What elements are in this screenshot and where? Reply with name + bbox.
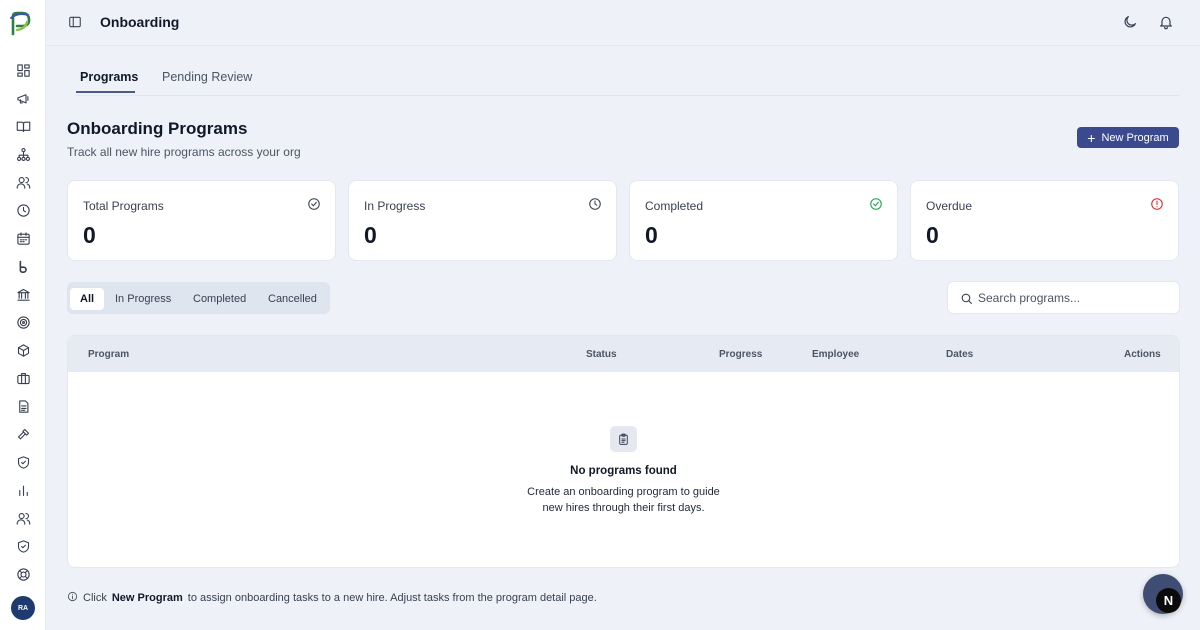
column-progress[interactable]: Progress bbox=[719, 349, 762, 360]
b-brand-icon[interactable] bbox=[0, 252, 46, 280]
fab-badge: N bbox=[1156, 588, 1181, 613]
stat-value: 0 bbox=[645, 222, 658, 248]
hint-suffix: to assign onboarding tasks to a new hire… bbox=[187, 592, 597, 604]
floating-assistant-button[interactable]: N bbox=[1143, 574, 1183, 614]
search-icon bbox=[960, 292, 973, 305]
stat-value: 0 bbox=[364, 222, 377, 248]
shield-icon[interactable] bbox=[0, 532, 46, 560]
sidebar-nav bbox=[0, 56, 46, 588]
stat-card-overdue: Overdue 0 bbox=[910, 180, 1179, 261]
search-box bbox=[947, 281, 1180, 314]
empty-desc-line-1: Create an onboarding program to guide bbox=[527, 486, 720, 498]
new-program-label: New Program bbox=[1101, 131, 1169, 144]
hint-bold: New Program bbox=[111, 592, 183, 604]
stat-card-total: Total Programs 0 bbox=[67, 180, 336, 261]
stat-value: 0 bbox=[926, 222, 939, 248]
check-circle-icon bbox=[869, 197, 883, 211]
new-program-button[interactable]: + New Program bbox=[1077, 127, 1179, 148]
empty-state-title: No programs found bbox=[570, 465, 677, 477]
megaphone-icon[interactable] bbox=[0, 84, 46, 112]
empty-desc-line-2: new hires through their first days. bbox=[542, 502, 705, 514]
bar-chart-icon[interactable] bbox=[0, 476, 46, 504]
tab-programs[interactable]: Programs bbox=[80, 70, 138, 84]
clipboard-icon bbox=[610, 426, 637, 452]
tab-pending-review[interactable]: Pending Review bbox=[162, 70, 252, 84]
page-title: Onboarding Programs bbox=[67, 119, 248, 138]
stat-label: Overdue bbox=[926, 199, 973, 213]
info-icon bbox=[67, 591, 78, 605]
plus-icon: + bbox=[1087, 129, 1096, 146]
top-header: Onboarding bbox=[46, 0, 1200, 46]
table-header: Program Status Progress Employee Dates A… bbox=[68, 336, 1179, 372]
org-chart-icon[interactable] bbox=[0, 140, 46, 168]
dashboard-icon[interactable] bbox=[0, 56, 46, 84]
stat-label: Total Programs bbox=[83, 199, 164, 213]
footer-hint: Click New Program to assign onboarding t… bbox=[67, 591, 597, 605]
active-tab-indicator bbox=[76, 91, 135, 93]
shield-check-icon[interactable] bbox=[0, 448, 46, 476]
briefcase-icon[interactable] bbox=[0, 364, 46, 392]
alert-circle-icon bbox=[1150, 197, 1164, 211]
check-circle-icon bbox=[307, 197, 321, 211]
clock-icon[interactable] bbox=[0, 196, 46, 224]
clock-icon bbox=[588, 197, 602, 211]
filter-in-progress[interactable]: In Progress bbox=[105, 288, 181, 310]
stat-label: In Progress bbox=[364, 199, 426, 213]
filter-all[interactable]: All bbox=[70, 288, 105, 310]
calendar-icon[interactable] bbox=[0, 224, 46, 252]
empty-state-description: Create an onboarding program to guide ne… bbox=[68, 484, 1179, 516]
filter-cancelled[interactable]: Cancelled bbox=[258, 288, 327, 310]
column-employee[interactable]: Employee bbox=[812, 349, 859, 360]
status-filter-group: All In Progress Completed Cancelled bbox=[67, 282, 330, 314]
stat-card-completed: Completed 0 bbox=[629, 180, 898, 261]
column-status[interactable]: Status bbox=[586, 349, 617, 360]
page-header-title: Onboarding bbox=[100, 14, 180, 30]
sidebar-toggle-icon[interactable] bbox=[68, 15, 84, 31]
team-icon[interactable] bbox=[0, 504, 46, 532]
avatar[interactable]: RA bbox=[11, 596, 35, 620]
page-subtitle: Track all new hire programs across your … bbox=[67, 145, 301, 159]
column-actions: Actions bbox=[1124, 349, 1161, 360]
moon-icon[interactable] bbox=[1122, 14, 1140, 32]
stat-value: 0 bbox=[83, 222, 96, 248]
hint-prefix: Click bbox=[83, 592, 107, 604]
users-icon[interactable] bbox=[0, 168, 46, 196]
programs-table: Program Status Progress Employee Dates A… bbox=[67, 335, 1180, 568]
sidebar: RA bbox=[0, 0, 46, 630]
book-icon[interactable] bbox=[0, 112, 46, 140]
lifebuoy-icon[interactable] bbox=[0, 560, 46, 588]
column-program[interactable]: Program bbox=[88, 349, 129, 360]
box-icon[interactable] bbox=[0, 336, 46, 364]
stat-label: Completed bbox=[645, 199, 704, 213]
target-icon[interactable] bbox=[0, 308, 46, 336]
gavel-icon[interactable] bbox=[0, 420, 46, 448]
document-icon[interactable] bbox=[0, 392, 46, 420]
bank-icon[interactable] bbox=[0, 280, 46, 308]
column-dates[interactable]: Dates bbox=[946, 349, 973, 360]
stat-card-in-progress: In Progress 0 bbox=[348, 180, 617, 261]
bell-icon[interactable] bbox=[1158, 14, 1176, 32]
brand-logo-icon[interactable] bbox=[8, 10, 32, 36]
search-input[interactable] bbox=[978, 288, 1168, 308]
tab-bar: Programs Pending Review bbox=[76, 60, 1180, 96]
filter-completed[interactable]: Completed bbox=[183, 288, 256, 310]
